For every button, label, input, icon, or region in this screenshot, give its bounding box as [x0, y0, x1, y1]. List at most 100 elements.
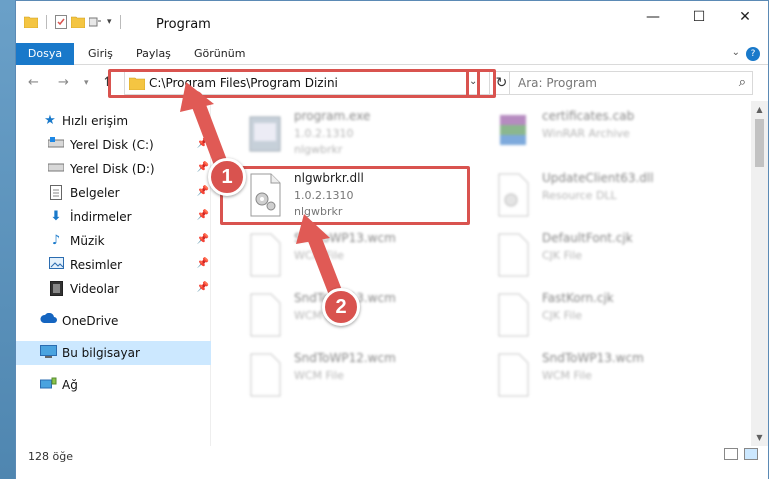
- generic-file-icon: [250, 233, 281, 277]
- close-button[interactable]: ✕: [722, 1, 768, 33]
- documents-icon: [48, 185, 64, 201]
- file-detail: WCM File: [542, 369, 592, 382]
- videos-icon: [48, 281, 64, 297]
- search-icon: ⌕: [738, 75, 746, 90]
- pin-icon[interactable]: 📌: [197, 210, 209, 221]
- forward-button[interactable]: →: [58, 75, 69, 90]
- minimize-icon: —: [646, 9, 660, 25]
- sidebar-item-music[interactable]: ♪ Müzik 📌: [16, 229, 211, 253]
- sidebar-item-label: Müzik: [70, 234, 105, 248]
- pin-icon[interactable]: 📌: [197, 162, 209, 173]
- star-icon: ★: [44, 113, 56, 128]
- properties-icon[interactable]: [55, 15, 67, 29]
- sidebar-item-pictures[interactable]: Resimler 📌: [16, 253, 211, 277]
- large-icons-view-icon[interactable]: [744, 448, 758, 460]
- scroll-down-icon[interactable]: ▼: [751, 429, 768, 446]
- sidebar-item-disk-d[interactable]: Yerel Disk (D:) 📌: [16, 157, 211, 181]
- pin-icon[interactable]: 📌: [197, 186, 209, 197]
- file-name: SndToWP13.wcm: [294, 231, 396, 245]
- tab-dosya[interactable]: Dosya: [16, 43, 74, 65]
- scroll-thumb[interactable]: [755, 119, 764, 167]
- window-title: Program: [156, 17, 211, 32]
- navigation-pane: ★ Hızlı erişim Yerel Disk (C:) 📌 Yerel D…: [16, 101, 211, 446]
- refresh-highlight-box: [466, 69, 496, 98]
- sidebar-item-onedrive[interactable]: OneDrive: [16, 309, 211, 333]
- generic-file-icon: [498, 293, 529, 337]
- file-detail: 1.0.2.1310: [294, 127, 354, 140]
- window-controls: — ☐ ✕: [630, 1, 768, 33]
- generic-file-icon: [250, 293, 281, 337]
- file-item[interactable]: SndToWP13.wcm WCM File: [488, 349, 728, 409]
- tab-paylas[interactable]: Paylaş: [126, 43, 181, 65]
- maximize-icon: ☐: [692, 9, 706, 25]
- step-badge-1: 1: [208, 158, 246, 196]
- file-item[interactable]: SndToWP12.wcm WCM File: [240, 349, 480, 409]
- file-item[interactable]: DefaultFont.cjk CJK File: [488, 229, 728, 289]
- step-badge-2: 2: [322, 288, 360, 326]
- minimize-button[interactable]: —: [630, 1, 676, 33]
- back-button[interactable]: ←: [28, 75, 39, 90]
- file-item[interactable]: FastKorn.cjk CJK File: [488, 289, 728, 349]
- sidebar-item-downloads[interactable]: ⬇ İndirmeler 📌: [16, 205, 211, 229]
- scroll-up-icon[interactable]: ▲: [751, 101, 768, 118]
- search-input[interactable]: Ara: Program: [518, 76, 597, 90]
- vertical-scrollbar[interactable]: ▲ ▼: [751, 101, 768, 446]
- generic-file-icon: [498, 233, 529, 277]
- file-name: SndToWP13.wcm: [542, 351, 644, 365]
- exe-file-icon: [249, 116, 281, 152]
- details-view-icon[interactable]: [724, 448, 738, 460]
- tab-gorunum[interactable]: Görünüm: [184, 43, 255, 65]
- tab-giris[interactable]: Giriş: [78, 43, 123, 65]
- drive-icon: [47, 137, 65, 153]
- chevron-down-icon[interactable]: ▾: [107, 17, 112, 27]
- help-icon[interactable]: ?: [746, 47, 760, 61]
- file-item[interactable]: certificates.cab WinRAR Archive: [488, 107, 728, 167]
- pin-icon[interactable]: 📌: [197, 258, 209, 269]
- sidebar-item-label: Videolar: [70, 282, 120, 296]
- ribbon-tabs: Dosya Giriş Paylaş Görünüm ⌄ ?: [16, 43, 768, 65]
- file-name: program.exe: [294, 109, 371, 123]
- file-detail: WinRAR Archive: [542, 127, 630, 140]
- archive-file-icon: [500, 115, 526, 145]
- download-icon: ⬇: [50, 209, 62, 224]
- quick-access-toolbar: ▾: [24, 15, 125, 29]
- maximize-button[interactable]: ☐: [676, 1, 722, 33]
- sidebar-item-label: Ağ: [62, 378, 78, 392]
- network-icon: [40, 377, 57, 393]
- sidebar-item-videos[interactable]: Videolar 📌: [16, 277, 211, 301]
- sidebar-item-network[interactable]: Ağ: [16, 373, 211, 397]
- pin-icon[interactable]: 📌: [197, 282, 209, 293]
- computer-icon: [40, 345, 57, 361]
- file-item[interactable]: program.exe 1.0.2.1310 nlgwbrkr: [240, 107, 480, 167]
- ribbon-expand-icon[interactable]: ⌄: [732, 47, 740, 58]
- file-item[interactable]: SndToWP13.wcm WCM File: [240, 229, 480, 289]
- title-bar: ▾ Program — ☐ ✕: [16, 1, 768, 43]
- generic-file-icon: [498, 353, 529, 397]
- file-detail: CJK File: [542, 309, 583, 322]
- sidebar-item-disk-c[interactable]: Yerel Disk (C:) 📌: [16, 133, 211, 157]
- sidebar-item-label: Resimler: [70, 258, 123, 272]
- sidebar-item-label: İndirmeler: [70, 210, 132, 224]
- file-item[interactable]: SndToWP13.wcm WCM File: [240, 289, 480, 349]
- customize-toolbar-icon[interactable]: [89, 16, 103, 28]
- new-folder-icon[interactable]: [71, 16, 85, 28]
- pin-icon[interactable]: 📌: [197, 234, 209, 245]
- toolbar-divider: [46, 15, 47, 29]
- sidebar-item-label: Belgeler: [70, 186, 120, 200]
- file-detail: nlgwbrkr: [294, 143, 343, 156]
- pin-icon[interactable]: 📌: [197, 138, 209, 149]
- search-box[interactable]: Ara: Program ⌕: [509, 71, 753, 95]
- folder-icon[interactable]: [24, 16, 38, 28]
- sidebar-item-this-pc[interactable]: Bu bilgisayar: [16, 341, 211, 365]
- generic-file-icon: [250, 353, 281, 397]
- view-switcher: [724, 448, 758, 460]
- file-name: DefaultFont.cjk: [542, 231, 633, 245]
- address-highlight-box: [108, 69, 480, 98]
- file-name: UpdateClient63.dll: [542, 171, 654, 185]
- sidebar-item-quick-access[interactable]: ★ Hızlı erişim: [16, 109, 211, 133]
- recent-locations-button[interactable]: ▾: [84, 78, 89, 88]
- sidebar-item-documents[interactable]: Belgeler 📌: [16, 181, 211, 205]
- sidebar-item-label: OneDrive: [62, 314, 119, 328]
- file-item[interactable]: UpdateClient63.dll Resource DLL: [488, 169, 728, 229]
- file-detail: WCM File: [294, 249, 344, 262]
